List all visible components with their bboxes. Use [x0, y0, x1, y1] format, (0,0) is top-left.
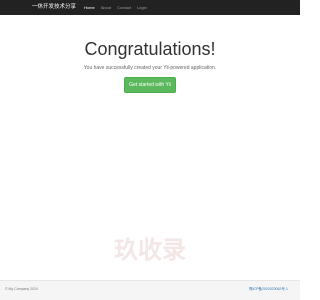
brand-link[interactable]: 一休开发技术分享: [32, 0, 76, 15]
get-started-button[interactable]: Get started with Yii: [124, 77, 176, 93]
watermark-logo: 玖收录: [114, 236, 186, 262]
nav-link-login[interactable]: Login: [134, 0, 150, 15]
nav-links: Home About Contact Login: [81, 0, 150, 15]
icp-link[interactable]: 豫ICP备2020023062号-1: [249, 287, 288, 292]
nav-link-about[interactable]: About: [98, 0, 114, 15]
nav-link-contact[interactable]: Contact: [114, 0, 134, 15]
nav-link-home[interactable]: Home: [81, 0, 98, 15]
footer: © My Company 2024 豫ICP备2020023062号-1: [0, 280, 300, 300]
svg-text:玖收录: 玖收录: [114, 236, 186, 262]
lead-text: You have successfully created your Yii-p…: [83, 65, 217, 71]
navbar: 一休开发技术分享 Home About Contact Login: [0, 0, 300, 15]
copyright-text: © My Company 2024: [5, 287, 38, 291]
jumbotron: Congratulations! You have successfully c…: [0, 38, 300, 93]
page-title: Congratulations!: [84, 39, 216, 59]
